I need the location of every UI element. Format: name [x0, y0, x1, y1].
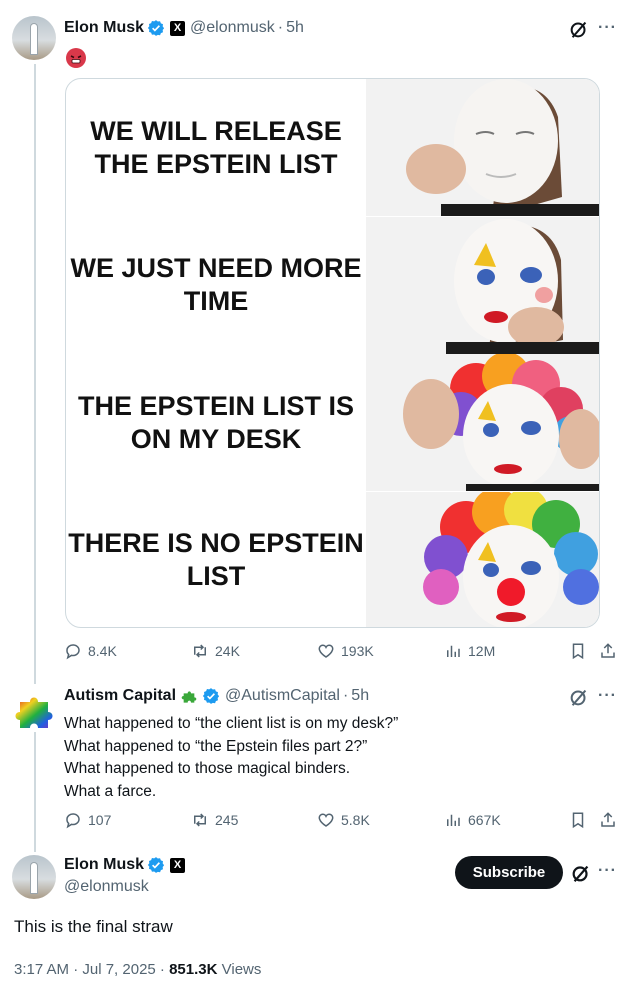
- clown-face-image: [366, 79, 599, 217]
- verified-badge-icon: [147, 20, 165, 36]
- views-button[interactable]: 667K: [444, 811, 501, 829]
- x-affiliate-badge-icon: X: [170, 20, 186, 36]
- avatar[interactable]: [12, 16, 56, 60]
- main-post-handle-row: @elonmusk: [64, 878, 149, 896]
- avatar[interactable]: [12, 855, 56, 899]
- meme-caption: THE EPSTEIN LIST IS ON MY DESK: [77, 390, 355, 454]
- repost-count: 245: [215, 812, 239, 828]
- grok-icon[interactable]: [570, 862, 592, 884]
- analytics-icon: [447, 645, 460, 657]
- main-post-text: This is the final straw: [14, 917, 173, 936]
- clown-face-image: [366, 354, 599, 492]
- meme-caption: WE WILL RELEASE THE EPSTEIN LIST: [90, 115, 342, 179]
- more-options-icon[interactable]: ···: [598, 862, 617, 880]
- reply-line: What happened to those magical binders.: [64, 760, 351, 777]
- verified-badge-icon: [202, 688, 220, 704]
- meme-image[interactable]: WE WILL RELEASE THE EPSTEIN LIST WE JUST…: [65, 78, 600, 628]
- thread-connector: [34, 64, 36, 684]
- share-icon: [601, 643, 615, 658]
- puzzle-piece-emoji-icon: [181, 691, 197, 703]
- reply-count: 8.4K: [88, 643, 117, 659]
- post-timestamp[interactable]: 3:17 AM · Jul 7, 2025 ·: [14, 961, 169, 978]
- heart-icon: [318, 644, 334, 658]
- like-button[interactable]: 193K: [317, 642, 374, 660]
- puzzle-piece-icon: [15, 697, 53, 728]
- more-options-icon[interactable]: ···: [598, 19, 617, 37]
- post-metadata: 3:17 AM · Jul 7, 2025 · 851.3K Views: [14, 961, 261, 978]
- reply-button[interactable]: 8.4K: [64, 642, 117, 660]
- author-handle[interactable]: @AutismCapital: [225, 687, 340, 705]
- repost-icon: [194, 644, 206, 658]
- like-button[interactable]: 5.8K: [317, 811, 370, 829]
- meme-panel: WE WILL RELEASE THE EPSTEIN LIST: [66, 79, 599, 217]
- bookmark-button[interactable]: [569, 811, 587, 829]
- repost-count: 24K: [215, 643, 240, 659]
- grok-icon[interactable]: [568, 686, 590, 708]
- share-button[interactable]: [599, 642, 617, 660]
- bookmark-icon: [572, 812, 584, 829]
- thread-connector: [34, 730, 36, 852]
- reply-count: 107: [88, 812, 112, 828]
- x-affiliate-badge-icon: X: [170, 857, 186, 873]
- angry-face-emoji-icon: [66, 48, 86, 68]
- avatar[interactable]: [12, 688, 56, 732]
- reply-body: What happened to “the client list is on …: [64, 713, 398, 803]
- separator-dot: ·: [277, 19, 284, 36]
- clown-face-image: [366, 491, 599, 627]
- author-name[interactable]: Elon Musk: [64, 856, 144, 874]
- views-label: Views: [217, 961, 262, 978]
- bookmark-button[interactable]: [569, 642, 587, 660]
- verified-badge-icon: [147, 857, 165, 873]
- meme-caption: THERE IS NO EPSTEIN LIST: [68, 528, 364, 592]
- reply-icon: [66, 644, 80, 660]
- reply-action-bar: 107 245 5.8K 667K: [64, 811, 624, 835]
- views-count: 12M: [468, 643, 496, 659]
- author-name[interactable]: Autism Capital: [64, 687, 176, 705]
- like-count: 193K: [341, 643, 374, 659]
- post-time[interactable]: 5h: [351, 687, 369, 705]
- like-count: 5.8K: [341, 812, 370, 828]
- repost-button[interactable]: 24K: [191, 642, 240, 660]
- heart-icon: [318, 813, 334, 827]
- clown-face-image: [366, 216, 599, 354]
- post-action-bar: 8.4K 24K 193K 12M: [64, 642, 624, 666]
- author-handle[interactable]: @elonmusk: [190, 19, 275, 37]
- meme-caption: WE JUST NEED MORE TIME: [70, 253, 362, 317]
- subscribe-button[interactable]: Subscribe: [455, 856, 563, 889]
- share-button[interactable]: [599, 811, 617, 829]
- post-header: Elon Musk X @elonmusk · 5h: [64, 19, 304, 37]
- main-post-header: Elon Musk X: [64, 856, 186, 874]
- views-count: 667K: [468, 812, 501, 828]
- bookmark-icon: [572, 643, 584, 660]
- separator-dot: ·: [342, 687, 349, 704]
- grok-icon[interactable]: [568, 18, 590, 40]
- reply-button[interactable]: 107: [64, 811, 111, 829]
- meme-panel: THERE IS NO EPSTEIN LIST: [66, 491, 599, 627]
- reply-line: What happened to “the Epstein files part…: [64, 737, 368, 755]
- meme-panel: THE EPSTEIN LIST IS ON MY DESK: [66, 354, 599, 492]
- author-handle[interactable]: @elonmusk: [64, 878, 149, 896]
- share-icon: [601, 812, 615, 827]
- post-time[interactable]: 5h: [286, 19, 304, 37]
- views-button[interactable]: 12M: [444, 642, 495, 660]
- reply-line: What a farce.: [64, 782, 157, 800]
- views-count: 851.3K: [169, 961, 218, 978]
- more-options-icon[interactable]: ···: [598, 687, 617, 705]
- meme-panel: WE JUST NEED MORE TIME: [66, 216, 599, 354]
- author-name[interactable]: Elon Musk: [64, 19, 144, 37]
- analytics-icon: [447, 814, 460, 826]
- repost-icon: [194, 813, 206, 827]
- reply-line: What happened to “the client list is on …: [64, 715, 399, 732]
- repost-button[interactable]: 245: [191, 811, 238, 829]
- reply-header: Autism Capital @AutismCapital · 5h: [64, 687, 369, 705]
- reply-icon: [66, 813, 80, 829]
